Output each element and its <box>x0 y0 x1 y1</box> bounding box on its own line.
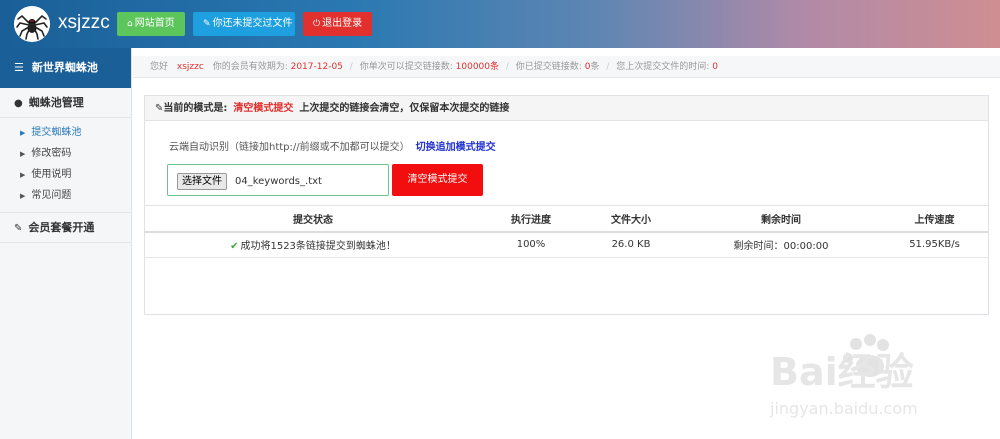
col-progress: 执行进度 <box>481 205 581 233</box>
auto-detect-description: 云端自动识别（链接加http://前缀或不加都可以提交） 切换追加模式提交 <box>169 142 496 153</box>
logout-button[interactable]: ⏻ 退出登录 <box>303 12 372 36</box>
no-file-submitted-button[interactable]: ✎ 你还未提交过文件 <box>193 12 295 36</box>
col-speed: 上传速度 <box>881 205 988 233</box>
table-row: ✔ 成功将1523条链接提交到蜘蛛池！ 100% 26.0 KB 剩余时间：00:… <box>145 231 988 258</box>
status-cell: ✔ 成功将1523条链接提交到蜘蛛池！ <box>145 231 481 258</box>
caret-right-icon: ▶ <box>20 129 26 137</box>
sidebar-item-instructions[interactable]: ▶ 使用说明 <box>0 164 131 185</box>
check-icon: ✔ <box>230 241 239 253</box>
home-icon: ⌂ <box>127 19 133 29</box>
watermark-url: jingyan.baidu.com <box>770 399 918 418</box>
switch-append-mode-link[interactable]: 切换追加模式提交 <box>416 142 496 153</box>
choose-file-button[interactable]: 选择文件 <box>177 173 227 190</box>
last-submit-time: 0 <box>712 62 718 72</box>
caret-right-icon: ▶ <box>20 192 26 200</box>
col-remaining: 剩余时间 <box>681 205 881 233</box>
file-input-box[interactable]: 选择文件 04_keywords_.txt <box>167 164 389 196</box>
home-button[interactable]: ⌂ 网站首页 <box>117 12 185 36</box>
clear-mode-submit-button[interactable]: 清空模式提交 <box>392 164 483 196</box>
sidebar-item-faq[interactable]: ▶ 常见问题 <box>0 185 131 206</box>
upload-status-table: 提交状态 执行进度 文件大小 剩余时间 上传速度 ✔ 成功将1523条链接提交到蜘… <box>145 205 988 258</box>
sidebar-title[interactable]: ☰ 新世界蜘蛛池 <box>0 48 131 88</box>
sidebar: ☰ 新世界蜘蛛池 ● 蜘蛛池管理 ▶ 提交蜘蛛池 ▶ 修改密码 ▶ 使用说明 ▶ 常见问题 … <box>0 48 132 439</box>
power-icon: ⏻ <box>313 19 321 29</box>
progress-cell: 100% <box>481 231 581 258</box>
panel-header: ✎当前的模式是: 清空模式提交 上次提交的链接会清空，仅保留本次提交的链接 <box>145 96 988 121</box>
separator: / <box>349 62 353 72</box>
sidebar-submenu: ▶ 提交蜘蛛池 ▶ 修改密码 ▶ 使用说明 ▶ 常见问题 <box>0 118 131 213</box>
separator: / <box>606 62 610 72</box>
list-icon: ☰ <box>14 61 24 74</box>
selected-file-name: 04_keywords_.txt <box>235 176 322 187</box>
size-cell: 26.0 KB <box>581 231 681 258</box>
sidebar-item-submit[interactable]: ▶ 提交蜘蛛池 <box>0 122 131 143</box>
spider-logo-icon[interactable] <box>14 6 50 42</box>
watermark-brand: Bai经验 <box>770 350 914 394</box>
brand-name: xsjzzc <box>58 12 110 33</box>
speed-cell: 51.95KB/s <box>881 231 988 258</box>
caret-right-icon: ▶ <box>20 150 26 158</box>
submit-panel: ✎当前的模式是: 清空模式提交 上次提交的链接会清空，仅保留本次提交的链接 云端自动… <box>144 95 989 315</box>
sidebar-section-spider-pool[interactable]: ● 蜘蛛池管理 <box>0 88 131 118</box>
sidebar-section-membership[interactable]: ✎ 会员套餐开通 <box>0 213 131 243</box>
link-limit: 100000条 <box>455 62 499 72</box>
top-header: xsjzzc ⌂ 网站首页 ✎ 你还未提交过文件 ⏻ 退出登录 <box>0 0 1000 48</box>
edit-icon: ✎ <box>14 223 23 234</box>
caret-right-icon: ▶ <box>20 171 26 179</box>
expire-date: 2017-12-05 <box>290 62 343 72</box>
current-mode: 清空模式提交 <box>233 103 294 114</box>
wrench-icon: ✎ <box>203 19 211 29</box>
table-header-row: 提交状态 执行进度 文件大小 剩余时间 上传速度 <box>145 205 988 233</box>
account-info-bar: 您好 xsjzzc 你的会员有效期为: 2017-12-05 / 你单次可以提交… <box>133 56 1000 78</box>
remaining-cell: 剩余时间：00:00:00 <box>681 231 881 258</box>
separator: / <box>505 62 509 72</box>
col-size: 文件大小 <box>581 205 681 233</box>
col-status: 提交状态 <box>145 205 481 233</box>
sidebar-item-change-password[interactable]: ▶ 修改密码 <box>0 143 131 164</box>
baidu-jingyan-watermark: Bai经验 jingyan.baidu.com <box>769 332 990 432</box>
username: xsjzzc <box>176 62 204 72</box>
user-icon: ● <box>14 98 23 109</box>
